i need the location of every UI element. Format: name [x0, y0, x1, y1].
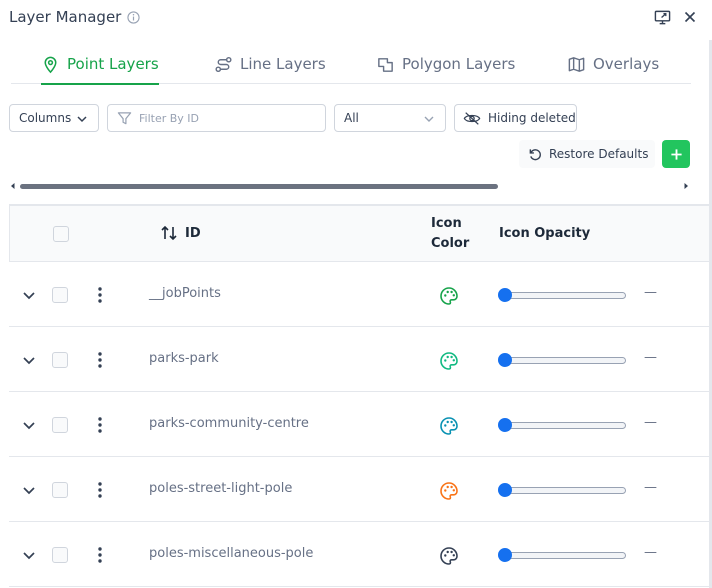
chevron-down-icon[interactable] — [22, 288, 36, 302]
hiding-deleted-toggle[interactable]: Hiding deleted — [454, 104, 577, 132]
slider-thumb[interactable] — [498, 548, 512, 562]
table-row: poles-street-light-pole — — [9, 457, 709, 522]
table-row: parks-park — — [9, 327, 709, 392]
more-vertical-icon[interactable] — [96, 545, 104, 565]
row-checkbox[interactable] — [52, 547, 68, 563]
tab-polygon-layers[interactable]: Polygon Layers — [376, 44, 515, 84]
slider-thumb[interactable] — [498, 353, 512, 367]
eye-off-icon — [463, 111, 481, 125]
plus-icon — [670, 148, 682, 160]
more-vertical-icon[interactable] — [96, 415, 104, 435]
opacity-value: — — [644, 480, 657, 495]
id-column-header[interactable]: ID — [160, 224, 201, 242]
row-checkbox[interactable] — [52, 287, 68, 303]
opacity-value: — — [644, 350, 657, 365]
status-select-value: All — [344, 111, 359, 125]
tab-label: Point Layers — [67, 55, 159, 73]
chevron-down-icon[interactable] — [22, 483, 36, 497]
layer-id: poles-street-light-pole — [149, 481, 293, 496]
table-header: ID Icon Color Icon Opacity — [9, 204, 709, 262]
panel-title: Layer Manager — [9, 8, 122, 26]
palette-icon[interactable] — [439, 351, 459, 371]
close-icon[interactable] — [683, 10, 697, 24]
slider-track — [500, 422, 626, 429]
row-checkbox[interactable] — [52, 482, 68, 498]
tab-label: Line Layers — [240, 55, 326, 73]
icon-opacity-header: Icon Opacity — [499, 226, 591, 241]
layers-table: ID Icon Color Icon Opacity __jobPoints — p… — [9, 204, 709, 588]
polygon-icon — [378, 57, 393, 72]
tab-point-layers[interactable]: Point Layers — [41, 44, 159, 85]
map-icon — [568, 56, 585, 72]
restore-defaults-label: Restore Defaults — [549, 147, 649, 161]
layer-id: __jobPoints — [149, 286, 221, 301]
horizontal-scrollbar-thumb[interactable] — [20, 184, 498, 189]
restore-defaults-button[interactable]: Restore Defaults — [519, 140, 655, 168]
row-checkbox[interactable] — [52, 352, 68, 368]
opacity-value: — — [644, 285, 657, 300]
icon-opacity-slider[interactable] — [498, 353, 628, 367]
table-row: parks-community-centre — — [9, 392, 709, 457]
slider-thumb[interactable] — [498, 483, 512, 497]
slider-track — [500, 487, 626, 494]
table-row: __jobPoints — — [9, 262, 709, 327]
tab-label: Polygon Layers — [402, 55, 516, 73]
slider-track — [500, 552, 626, 559]
tab-line-layers[interactable]: Line Layers — [214, 44, 326, 84]
route-icon — [215, 56, 232, 72]
opacity-value: — — [644, 545, 657, 560]
filter-field[interactable] — [107, 104, 326, 132]
slider-track — [500, 357, 626, 364]
hiding-deleted-label: Hiding deleted — [488, 111, 576, 125]
columns-label: Columns — [19, 111, 72, 125]
icon-color-header-line2: Color — [431, 236, 470, 251]
tab-label: Overlays — [593, 55, 660, 73]
layer-id: poles-miscellaneous-pole — [149, 546, 314, 561]
row-checkbox[interactable] — [52, 417, 68, 433]
info-icon[interactable] — [127, 11, 140, 24]
title-bar: Layer Manager — [0, 0, 712, 36]
filter-icon — [117, 111, 132, 124]
map-pin-icon — [44, 56, 57, 73]
chevron-down-icon[interactable] — [22, 548, 36, 562]
reset-icon — [529, 148, 541, 160]
table-row: poles-miscellaneous-pole — — [9, 522, 709, 587]
chevron-down-icon — [77, 116, 87, 123]
add-layer-button[interactable] — [662, 140, 690, 168]
layer-id: parks-community-centre — [149, 416, 309, 431]
id-header-label: ID — [185, 225, 201, 241]
slider-thumb[interactable] — [498, 418, 512, 432]
tab-overlays[interactable]: Overlays — [567, 44, 659, 84]
columns-dropdown[interactable]: Columns — [9, 104, 99, 132]
more-vertical-icon[interactable] — [96, 480, 104, 500]
scroll-right-arrow-icon[interactable] — [682, 182, 690, 190]
palette-icon[interactable] — [439, 416, 459, 436]
icon-opacity-slider[interactable] — [498, 418, 628, 432]
detach-window-icon[interactable] — [654, 9, 671, 26]
chevron-down-icon[interactable] — [22, 353, 36, 367]
opacity-value: — — [644, 415, 657, 430]
filter-by-id-input[interactable] — [139, 111, 319, 125]
chevron-down-icon[interactable] — [22, 418, 36, 432]
slider-thumb[interactable] — [498, 288, 512, 302]
icon-opacity-slider[interactable] — [498, 483, 628, 497]
palette-icon[interactable] — [439, 481, 459, 501]
icon-opacity-slider[interactable] — [498, 288, 628, 302]
status-select[interactable]: All — [334, 104, 446, 132]
icon-opacity-slider[interactable] — [498, 548, 628, 562]
more-vertical-icon[interactable] — [96, 350, 104, 370]
sort-arrows-icon — [161, 225, 177, 241]
scroll-left-arrow-icon[interactable] — [9, 182, 17, 190]
icon-color-header-line1: Icon — [431, 216, 462, 231]
more-vertical-icon[interactable] — [96, 285, 104, 305]
palette-icon[interactable] — [439, 546, 459, 566]
layer-tabs: Point Layers Line Layers Polygon Layers … — [11, 44, 691, 85]
layer-id: parks-park — [149, 351, 219, 366]
slider-track — [500, 292, 626, 299]
palette-icon[interactable] — [439, 286, 459, 306]
select-all-checkbox[interactable] — [53, 226, 69, 242]
chevron-down-icon — [424, 116, 434, 122]
